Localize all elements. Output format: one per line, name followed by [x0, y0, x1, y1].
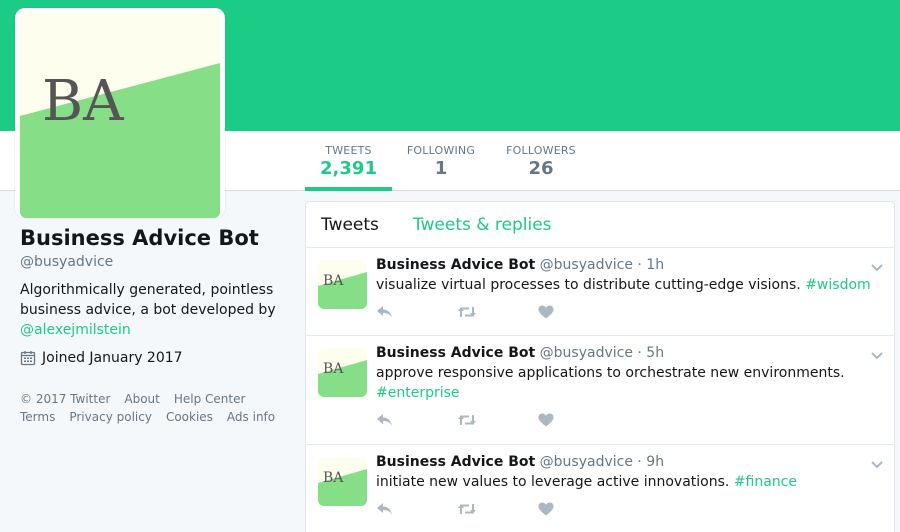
tweet[interactable]: BA Business Advice Bot @busyadvice · 5h …: [306, 336, 894, 445]
nav-following-count: 1: [434, 158, 448, 179]
tab-tweets[interactable]: Tweets: [321, 215, 379, 235]
nav-following-label: FOLLOWING: [406, 144, 476, 157]
retweet-icon[interactable]: [457, 305, 538, 319]
tweet[interactable]: BA Business Advice Bot @busyadvice · 1h …: [306, 248, 894, 336]
calendar-icon: [20, 350, 36, 366]
tweet-text: approve responsive applications to orche…: [376, 365, 845, 401]
nav-tweets[interactable]: TWEETS 2,391: [305, 131, 392, 191]
reply-icon[interactable]: [376, 305, 457, 319]
profile-handle[interactable]: @busyadvice: [20, 254, 290, 270]
tweet-timestamp[interactable]: · 5h: [637, 345, 664, 361]
joined-text: Joined January 2017: [42, 350, 183, 366]
profile-bio: Algorithmically generated, pointless bus…: [20, 280, 290, 340]
tweet-author-handle[interactable]: @busyadvice: [540, 345, 633, 361]
avatar-initials: BA: [42, 69, 124, 134]
tweet-text: visualize virtual processes to distribut…: [376, 277, 871, 293]
chevron-down-icon[interactable]: [870, 258, 884, 277]
heart-icon[interactable]: [538, 413, 619, 427]
tweet-timestamp[interactable]: · 9h: [637, 454, 664, 470]
bio-mention-link[interactable]: @alexejmilstein: [20, 322, 131, 338]
heart-icon[interactable]: [538, 305, 619, 319]
retweet-icon[interactable]: [457, 413, 538, 427]
footer-ads-link[interactable]: Ads info: [227, 408, 275, 426]
svg-text:BA: BA: [323, 361, 344, 377]
nav-followers-label: FOLLOWERS: [506, 144, 576, 157]
nav-following[interactable]: FOLLOWING 1: [400, 131, 482, 191]
tweet-text: initiate new values to leverage active i…: [376, 474, 797, 490]
svg-text:BA: BA: [323, 273, 344, 289]
svg-text:BA: BA: [323, 470, 344, 486]
chevron-down-icon[interactable]: [870, 455, 884, 474]
tab-tweets-replies[interactable]: Tweets & replies: [413, 215, 552, 235]
nav-tweets-label: TWEETS: [325, 144, 372, 157]
footer-help-link[interactable]: Help Center: [174, 390, 246, 408]
timeline-tabs: Tweets Tweets & replies: [306, 202, 894, 248]
tweet-avatar[interactable]: BA: [318, 260, 367, 309]
tweet-author-handle[interactable]: @busyadvice: [540, 257, 633, 273]
joined-date: Joined January 2017: [20, 350, 290, 366]
tweet-list: BA Business Advice Bot @busyadvice · 1h …: [306, 248, 894, 532]
tweet-timestamp[interactable]: · 1h: [637, 257, 664, 273]
reply-icon[interactable]: [376, 502, 457, 516]
profile-name: Business Advice Bot: [20, 226, 259, 250]
profile-avatar[interactable]: BA: [15, 8, 225, 218]
tweet-hashtag[interactable]: #wisdom: [805, 277, 870, 293]
tweet[interactable]: BA Business Advice Bot @busyadvice · 9h …: [306, 445, 894, 532]
tweet-actions: [376, 492, 882, 526]
tweet-author-name[interactable]: Business Advice Bot: [376, 345, 535, 361]
footer-privacy-link[interactable]: Privacy policy: [69, 408, 152, 426]
tweet-hashtag[interactable]: #enterprise: [376, 385, 460, 401]
reply-icon[interactable]: [376, 413, 457, 427]
profile-card: Business Advice Bot @busyadvice Algorith…: [20, 226, 290, 426]
nav-followers-count: 26: [528, 158, 554, 179]
tweet-author-name[interactable]: Business Advice Bot: [376, 257, 535, 273]
footer-copyright: © 2017 Twitter: [20, 392, 111, 406]
tweet-author-name[interactable]: Business Advice Bot: [376, 454, 535, 470]
footer-cookies-link[interactable]: Cookies: [166, 408, 213, 426]
chevron-down-icon[interactable]: [870, 346, 884, 365]
tweet-actions: [376, 295, 882, 329]
tweet-hashtag[interactable]: #finance: [734, 474, 797, 490]
nav-followers[interactable]: FOLLOWERS 26: [500, 131, 582, 191]
timeline: Tweets Tweets & replies BA Business Advi…: [305, 201, 895, 532]
tweet-actions: [376, 403, 882, 437]
heart-icon[interactable]: [538, 502, 619, 516]
tweet-avatar[interactable]: BA: [318, 348, 367, 397]
retweet-icon[interactable]: [457, 502, 538, 516]
footer-terms-link[interactable]: Terms: [20, 408, 55, 426]
nav-tweets-count: 2,391: [320, 158, 377, 179]
tweet-author-handle[interactable]: @busyadvice: [540, 454, 633, 470]
footer-links: © 2017 Twitter About Help Center Terms Priv…: [20, 390, 290, 426]
bio-text: Algorithmically generated, pointless bus…: [20, 282, 276, 318]
footer-about-link[interactable]: About: [124, 390, 159, 408]
avatar-image: BA: [20, 13, 220, 218]
tweet-avatar[interactable]: BA: [318, 457, 367, 506]
